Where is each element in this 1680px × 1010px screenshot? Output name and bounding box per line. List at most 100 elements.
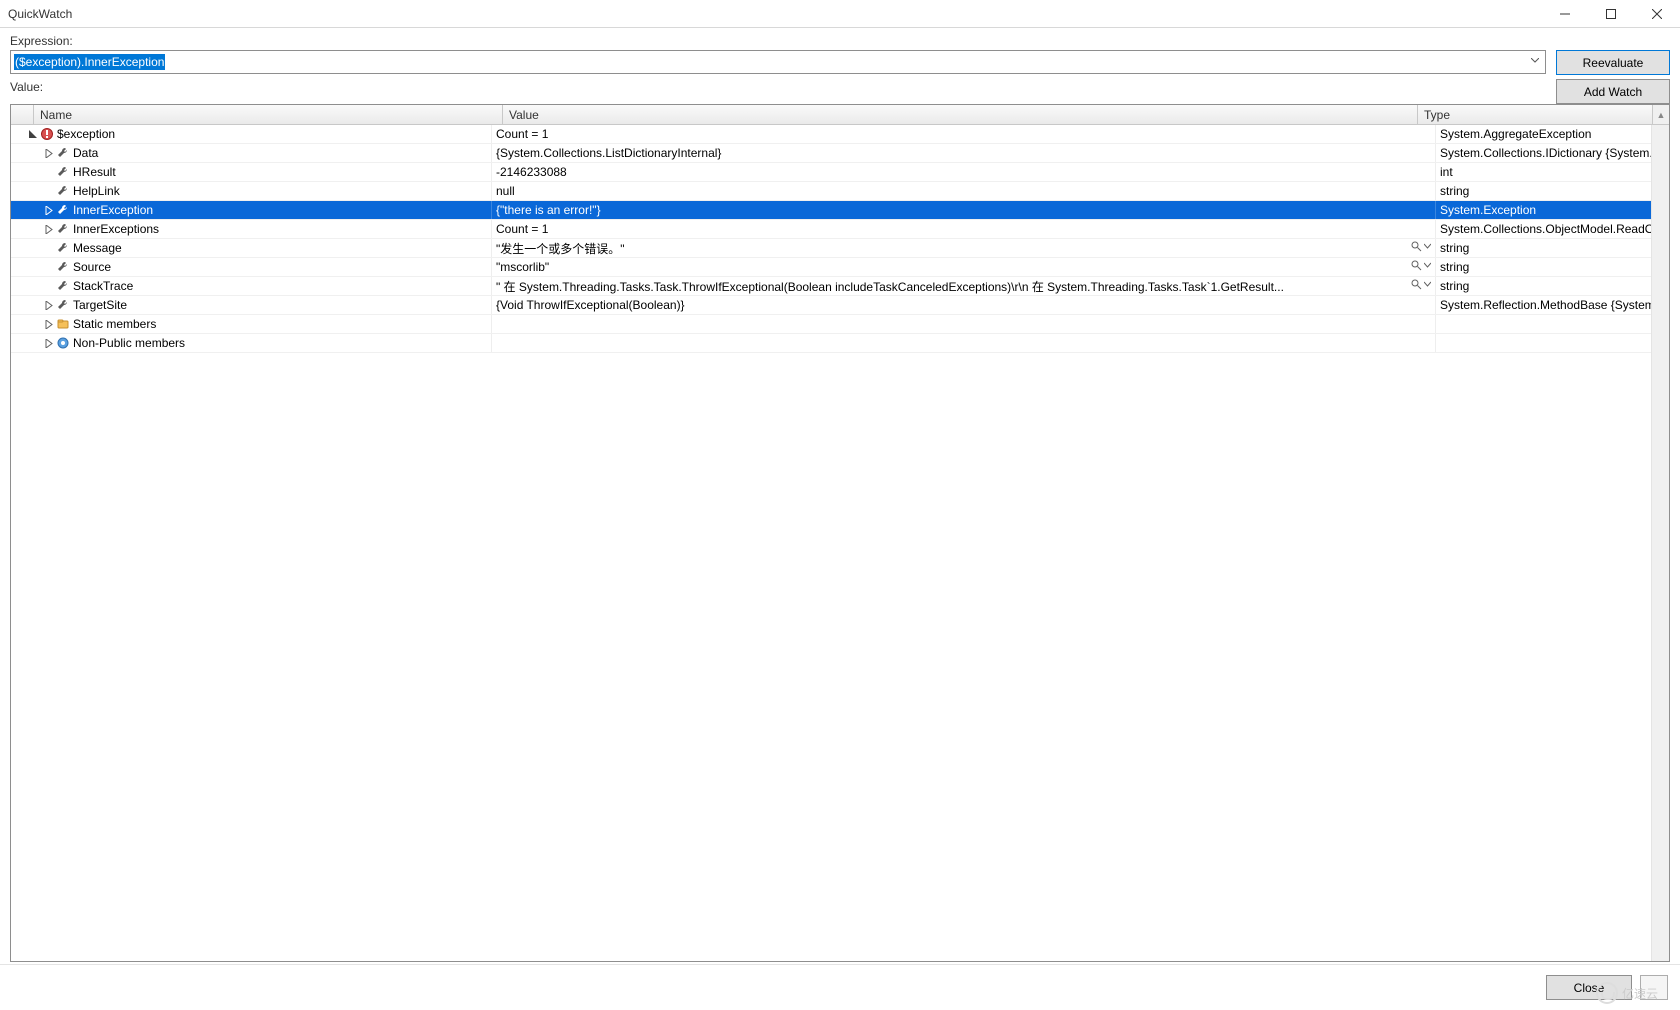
expander-icon[interactable]: [43, 204, 55, 216]
wrench-icon: [55, 145, 71, 161]
reevaluate-button[interactable]: Reevaluate: [1556, 50, 1670, 75]
expander-icon[interactable]: [43, 223, 55, 235]
row-type: string: [1435, 239, 1669, 257]
row-type: System.Exception: [1435, 201, 1669, 219]
row-type: string: [1435, 182, 1669, 200]
column-type[interactable]: Type: [1418, 105, 1652, 124]
expander-icon[interactable]: [43, 318, 55, 330]
wrench-icon: [55, 221, 71, 237]
add-watch-button[interactable]: Add Watch: [1556, 79, 1670, 104]
row-name: $exception: [55, 127, 115, 141]
expander-icon[interactable]: [27, 128, 39, 140]
expander-icon: [43, 280, 55, 292]
row-type: System.Collections.IDictionary {System.C…: [1435, 144, 1669, 162]
expander-icon[interactable]: [43, 299, 55, 311]
expander-icon: [43, 242, 55, 254]
static-icon: [55, 316, 71, 332]
row-value: [491, 334, 1435, 352]
table-row[interactable]: $exception Count = 1System.AggregateExcep…: [11, 125, 1669, 144]
expander-icon: [43, 261, 55, 273]
table-row[interactable]: HResult -2146233088int: [11, 163, 1669, 182]
row-value: Count = 1: [491, 220, 1435, 238]
watermark-icon: [1596, 982, 1618, 1004]
expression-input[interactable]: [10, 50, 1546, 74]
expander-icon: [43, 166, 55, 178]
wrench-icon: [55, 183, 71, 199]
row-name: Data: [71, 146, 98, 160]
value-label: Value:: [10, 80, 1546, 94]
row-name: Source: [71, 260, 111, 274]
expression-dropdown[interactable]: [1528, 54, 1542, 68]
row-name: InnerException: [71, 203, 153, 217]
row-value: "发生一个或多个错误。": [491, 239, 1435, 257]
row-name: Message: [71, 241, 122, 255]
row-type: string: [1435, 258, 1669, 276]
expander-icon: [43, 185, 55, 197]
table-row[interactable]: Message "发生一个或多个错误。"string: [11, 239, 1669, 258]
table-row[interactable]: StackTrace " 在 System.Threading.Tasks.Tas…: [11, 277, 1669, 296]
row-value: [491, 315, 1435, 333]
maximize-icon: [1606, 9, 1616, 19]
row-name: Non-Public members: [71, 336, 185, 350]
row-name: InnerExceptions: [71, 222, 159, 236]
minimize-button[interactable]: [1542, 0, 1588, 27]
row-value: Count = 1: [491, 125, 1435, 143]
text-visualizer-button[interactable]: [1411, 260, 1431, 271]
row-name: StackTrace: [71, 279, 133, 293]
close-window-button[interactable]: [1634, 0, 1680, 27]
window-controls: [1542, 0, 1680, 27]
dialog-footer: Close 亿速云: [0, 964, 1680, 1010]
expander-icon[interactable]: [43, 147, 55, 159]
row-name: Static members: [71, 317, 156, 331]
row-value: {Void ThrowIfExceptional(Boolean)}: [491, 296, 1435, 314]
table-row[interactable]: Data {System.Collections.ListDictionaryIn…: [11, 144, 1669, 163]
row-value: {System.Collections.ListDictionaryIntern…: [491, 144, 1435, 162]
maximize-button[interactable]: [1588, 0, 1634, 27]
row-value: null: [491, 182, 1435, 200]
column-name[interactable]: Name: [33, 105, 503, 124]
table-row[interactable]: Non-Public members: [11, 334, 1669, 353]
table-row[interactable]: InnerException {"there is an error!"}Syst…: [11, 201, 1669, 220]
row-value: {"there is an error!"}: [491, 201, 1435, 219]
row-name: HResult: [71, 165, 116, 179]
row-type: System.AggregateException: [1435, 125, 1669, 143]
text-visualizer-button[interactable]: [1411, 279, 1431, 290]
text-visualizer-button[interactable]: [1411, 241, 1431, 252]
wrench-icon: [55, 240, 71, 256]
watermark: 亿速云: [1596, 982, 1658, 1004]
table-row[interactable]: Static members: [11, 315, 1669, 334]
table-row[interactable]: TargetSite {Void ThrowIfExceptional(Boole…: [11, 296, 1669, 315]
table-row[interactable]: InnerExceptions Count = 1System.Collectio…: [11, 220, 1669, 239]
nonpublic-icon: [55, 335, 71, 351]
row-name: TargetSite: [71, 298, 127, 312]
wrench-icon: [55, 164, 71, 180]
wrench-icon: [55, 297, 71, 313]
close-icon: [1652, 9, 1662, 19]
grid-header: Name Value Type ▲: [11, 105, 1669, 125]
table-row[interactable]: HelpLink nullstring: [11, 182, 1669, 201]
scroll-up-icon[interactable]: ▲: [1652, 105, 1669, 124]
title-bar: QuickWatch: [0, 0, 1680, 28]
row-value: " 在 System.Threading.Tasks.Task.ThrowIfE…: [491, 277, 1435, 295]
wrench-icon: [55, 278, 71, 294]
expander-icon[interactable]: [43, 337, 55, 349]
row-type: System.Collections.ObjectModel.ReadOnlyC…: [1435, 220, 1669, 238]
row-value: "mscorlib": [491, 258, 1435, 276]
wrench-icon: [55, 202, 71, 218]
row-value: -2146233088: [491, 163, 1435, 181]
row-type: string: [1435, 277, 1669, 295]
exception-icon: [39, 126, 55, 142]
minimize-icon: [1560, 9, 1570, 19]
row-type: System.Reflection.MethodBase {System.Ref…: [1435, 296, 1669, 314]
row-type: [1435, 334, 1669, 352]
column-value[interactable]: Value: [503, 105, 1418, 124]
row-type: int: [1435, 163, 1669, 181]
expression-selection: ($exception).InnerException: [14, 54, 165, 70]
row-type: [1435, 315, 1669, 333]
row-name: HelpLink: [71, 184, 120, 198]
table-row[interactable]: Source "mscorlib"string: [11, 258, 1669, 277]
wrench-icon: [55, 259, 71, 275]
expression-label: Expression:: [10, 34, 1546, 48]
chevron-down-icon: [1531, 58, 1539, 64]
window-title: QuickWatch: [8, 7, 1542, 21]
